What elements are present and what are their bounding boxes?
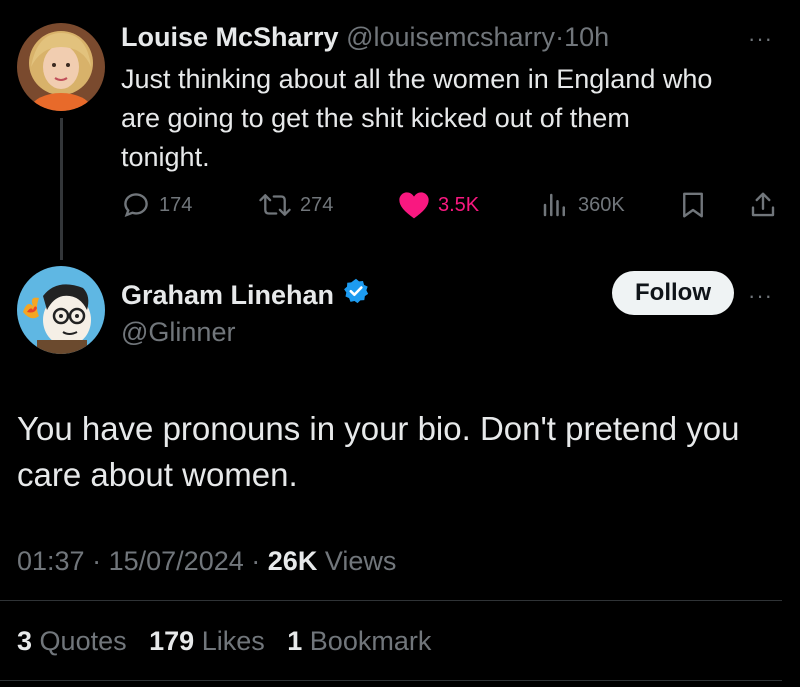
likes-label: Likes bbox=[201, 626, 265, 656]
main-text-line: You have pronouns in your bio. Don't pre… bbox=[17, 410, 740, 447]
reply-text-line: are going to get the shit kicked out of … bbox=[121, 103, 630, 133]
quotes-count: 3 bbox=[17, 626, 33, 656]
main-tweet-author: Graham Linehan bbox=[121, 277, 370, 313]
main-text-line: care about women. bbox=[17, 456, 298, 493]
meta-separator: · bbox=[251, 546, 261, 576]
reply-tweet-header: Louise McSharry @louisemcsharry·10h bbox=[121, 20, 609, 54]
reply-action[interactable]: 174 bbox=[121, 190, 192, 220]
main-tweet-text: You have pronouns in your bio. Don't pre… bbox=[17, 406, 787, 498]
more-icon[interactable]: ··· bbox=[748, 285, 773, 307]
likes-stat[interactable]: 179 Likes bbox=[149, 626, 265, 656]
avatar-graham[interactable] bbox=[17, 266, 105, 354]
reply-text-line: tonight. bbox=[121, 142, 210, 172]
views-count: 360K bbox=[578, 193, 625, 216]
retweet-count: 274 bbox=[300, 193, 334, 216]
thread-connector-line bbox=[60, 118, 63, 260]
divider bbox=[0, 600, 782, 601]
author-name[interactable]: Louise McSharry bbox=[121, 22, 339, 52]
meta-separator: · bbox=[555, 22, 565, 52]
tweet-time[interactable]: 10h bbox=[564, 22, 609, 52]
like-action[interactable]: 3.5K bbox=[398, 190, 479, 220]
quotes-label: Quotes bbox=[39, 626, 127, 656]
like-count: 3.5K bbox=[438, 193, 480, 216]
avatar-louise[interactable] bbox=[17, 23, 105, 111]
follow-button[interactable]: Follow bbox=[612, 271, 734, 315]
views-icon bbox=[540, 190, 570, 220]
verified-badge-icon bbox=[342, 277, 370, 313]
bookmark-icon bbox=[678, 190, 708, 220]
views-label: Views bbox=[324, 546, 397, 576]
tweet-stats: 3 Quotes 179 Likes 1 Bookmark bbox=[17, 624, 431, 658]
meta-separator: · bbox=[92, 546, 102, 576]
divider bbox=[0, 680, 782, 681]
tweet-date[interactable]: 15/07/2024 bbox=[109, 546, 244, 576]
likes-count: 179 bbox=[149, 626, 195, 656]
tweet-time[interactable]: 01:37 bbox=[17, 546, 85, 576]
author-name[interactable]: Graham Linehan bbox=[121, 278, 334, 312]
views-action[interactable]: 360K bbox=[540, 190, 625, 220]
views-count: 26K bbox=[267, 546, 318, 576]
reply-tweet-text: Just thinking about all the women in Eng… bbox=[121, 60, 791, 177]
bookmarks-stat[interactable]: 1 Bookmark bbox=[287, 626, 431, 656]
share-icon bbox=[748, 190, 778, 220]
bookmarks-label: Bookmark bbox=[309, 626, 432, 656]
retweet-icon bbox=[258, 190, 292, 220]
tweet-meta: 01:37 · 15/07/2024 · 26K Views bbox=[17, 544, 396, 578]
heart-icon bbox=[398, 190, 430, 220]
reply-icon bbox=[121, 190, 151, 220]
reply-count: 174 bbox=[159, 193, 193, 216]
share-action[interactable] bbox=[748, 190, 778, 220]
more-icon[interactable]: ··· bbox=[748, 28, 773, 50]
quotes-stat[interactable]: 3 Quotes bbox=[17, 626, 127, 656]
bookmarks-count: 1 bbox=[287, 626, 303, 656]
author-handle[interactable]: @louisemcsharry bbox=[346, 22, 555, 52]
author-handle[interactable]: @Glinner bbox=[121, 315, 235, 349]
reply-text-line: Just thinking about all the women in Eng… bbox=[121, 64, 713, 94]
retweet-action[interactable]: 274 bbox=[258, 190, 333, 220]
bookmark-action[interactable] bbox=[678, 190, 708, 220]
